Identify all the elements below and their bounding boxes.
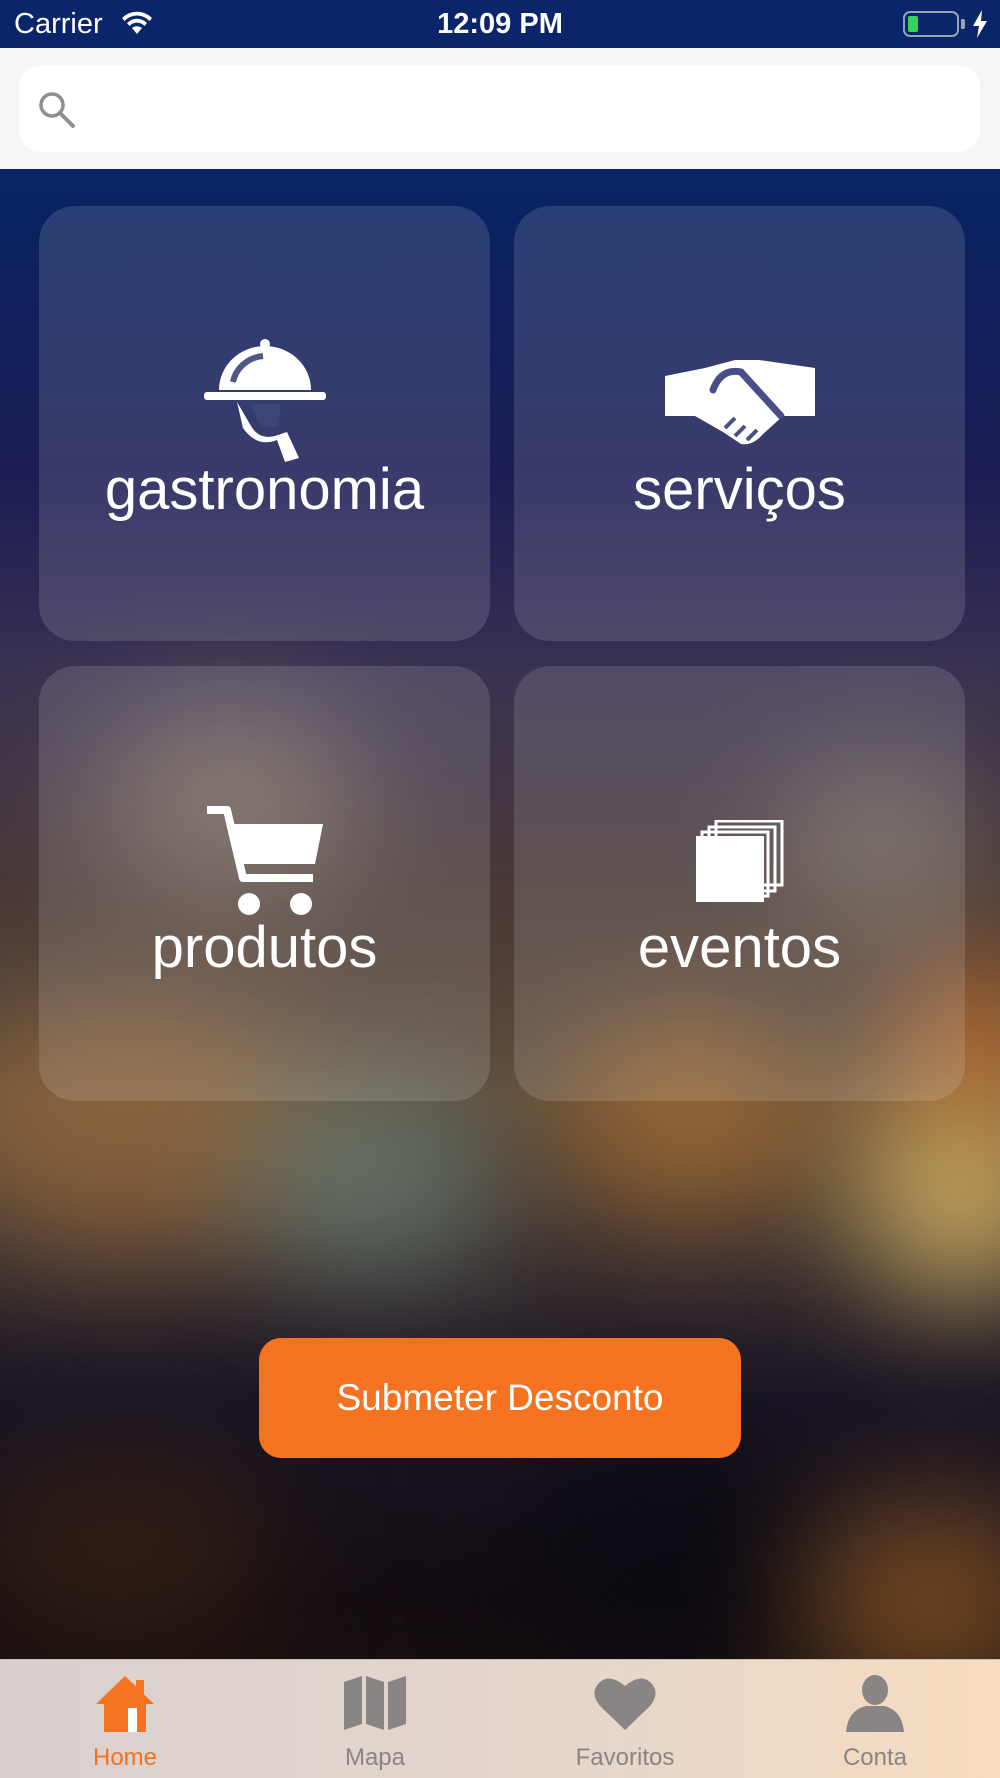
category-label: produtos bbox=[151, 915, 378, 980]
search-bar bbox=[0, 48, 1000, 169]
category-tile-eventos[interactable]: eventos bbox=[514, 666, 965, 1101]
home-icon bbox=[0, 1674, 250, 1734]
category-tile-produtos[interactable]: produtos bbox=[39, 666, 490, 1101]
user-icon bbox=[750, 1674, 1000, 1734]
submit-discount-button[interactable]: Submeter Desconto bbox=[259, 1338, 741, 1458]
search-field[interactable] bbox=[19, 65, 980, 152]
shopping-cart-icon bbox=[39, 802, 490, 918]
battery-icon bbox=[903, 11, 959, 37]
map-icon bbox=[250, 1674, 500, 1732]
search-input[interactable] bbox=[99, 65, 959, 152]
category-label: eventos bbox=[637, 915, 842, 980]
stacked-cards-icon bbox=[514, 820, 965, 902]
category-tile-servicos[interactable]: serviços bbox=[514, 206, 965, 641]
status-time: 12:09 PM bbox=[437, 8, 563, 40]
tab-label: Mapa bbox=[344, 1744, 406, 1771]
tab-conta[interactable]: Conta bbox=[750, 1660, 1000, 1778]
search-icon bbox=[39, 92, 75, 128]
tab-mapa[interactable]: Mapa bbox=[250, 1660, 500, 1778]
category-label: serviços bbox=[633, 457, 846, 522]
tab-label: Favoritos bbox=[575, 1744, 675, 1771]
tab-home[interactable]: Home bbox=[0, 1660, 250, 1778]
tab-favoritos[interactable]: Favoritos bbox=[500, 1660, 750, 1778]
tab-label: Conta bbox=[842, 1744, 908, 1771]
category-label: gastronomia bbox=[104, 457, 425, 522]
tab-bar: Home Mapa Favoritos Conta bbox=[0, 1659, 1000, 1778]
heart-icon bbox=[500, 1674, 750, 1732]
cloche-waiter-icon bbox=[39, 336, 490, 464]
charging-bolt-icon bbox=[973, 10, 987, 38]
handshake-icon bbox=[514, 354, 965, 450]
status-bar: Carrier 12:09 PM bbox=[0, 0, 1000, 48]
category-tile-gastronomia[interactable]: gastronomia bbox=[39, 206, 490, 641]
tab-label: Home bbox=[92, 1744, 158, 1771]
